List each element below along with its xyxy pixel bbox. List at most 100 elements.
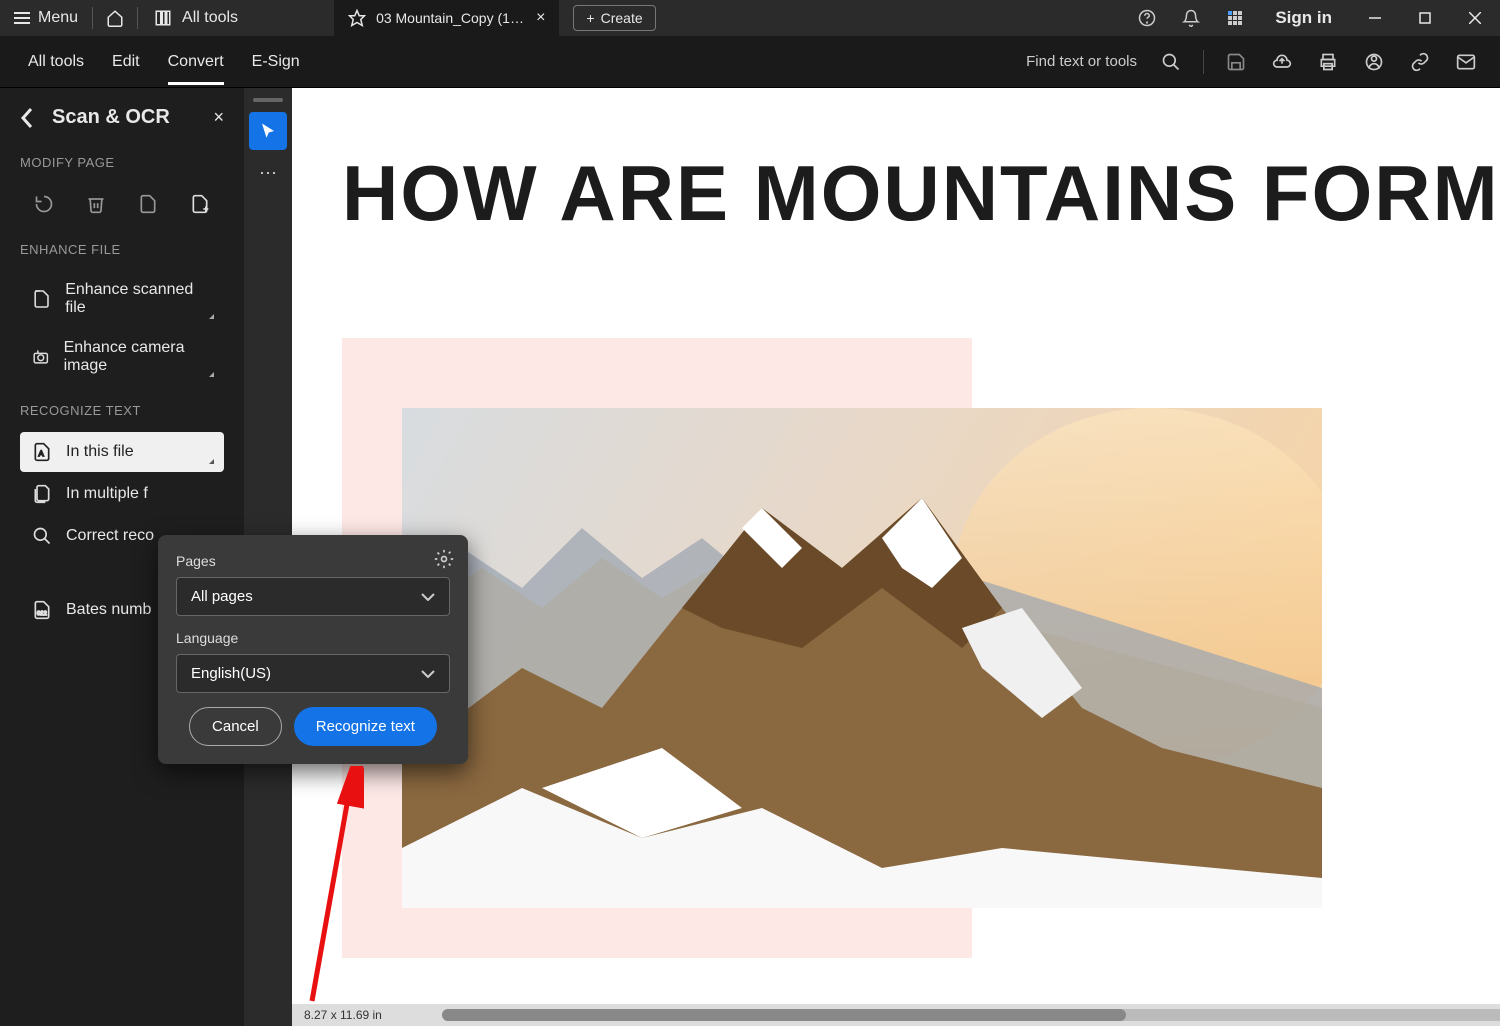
menu-label: Menu bbox=[38, 9, 78, 27]
chevron-down-icon bbox=[421, 670, 435, 678]
maximize-icon bbox=[1419, 12, 1431, 24]
find-placeholder[interactable]: Find text or tools bbox=[1026, 53, 1137, 70]
language-select[interactable]: English(US) bbox=[176, 654, 450, 693]
settings-button[interactable] bbox=[434, 549, 454, 569]
notifications-button[interactable] bbox=[1169, 0, 1213, 36]
enhance-camera-label: Enhance camera image bbox=[64, 339, 212, 375]
apps-button[interactable] bbox=[1213, 0, 1257, 36]
print-icon bbox=[1318, 52, 1338, 72]
bates-label: Bates numb bbox=[66, 601, 151, 619]
save-button[interactable] bbox=[1216, 42, 1256, 82]
link-button[interactable] bbox=[1400, 42, 1440, 82]
dropdown-indicator-icon bbox=[209, 459, 214, 464]
create-button[interactable]: + Create bbox=[573, 5, 655, 31]
maximize-button[interactable] bbox=[1400, 0, 1450, 36]
page-dimensions: 8.27 x 11.69 in bbox=[304, 1008, 382, 1022]
trash-icon bbox=[86, 194, 106, 214]
main-toolbar: All tools Edit Convert E-Sign Find text … bbox=[0, 36, 1500, 88]
chevron-left-icon bbox=[20, 107, 34, 129]
pages-value: All pages bbox=[191, 588, 253, 605]
tab-close-button[interactable]: × bbox=[536, 9, 545, 27]
section-recognize-text: RECOGNIZE TEXT bbox=[20, 403, 224, 418]
horizontal-scrollbar[interactable] bbox=[442, 1009, 1500, 1021]
search-icon bbox=[1161, 52, 1181, 72]
bell-icon bbox=[1182, 9, 1200, 27]
cloud-button[interactable] bbox=[1262, 42, 1302, 82]
chevron-down-icon bbox=[421, 593, 435, 601]
status-bar: 8.27 x 11.69 in bbox=[292, 1004, 1500, 1026]
search-button[interactable] bbox=[1151, 42, 1191, 82]
document-heading: HOW ARE MOUNTAINS FORME bbox=[342, 148, 1500, 239]
tools-icon bbox=[154, 9, 172, 27]
tab-title: 03 Mountain_Copy (1).p... bbox=[376, 10, 526, 26]
menu-button[interactable]: Menu bbox=[0, 0, 92, 36]
rotate-button[interactable] bbox=[30, 190, 58, 218]
enhance-camera-button[interactable]: Enhance camera image bbox=[20, 329, 224, 385]
scrollbar-thumb[interactable] bbox=[442, 1009, 1126, 1021]
mail-button[interactable] bbox=[1446, 42, 1486, 82]
cancel-button[interactable]: Cancel bbox=[189, 707, 282, 746]
close-button[interactable] bbox=[1450, 0, 1500, 36]
enhance-scanned-button[interactable]: Enhance scanned file bbox=[20, 271, 224, 327]
apps-icon bbox=[1227, 10, 1243, 26]
pages-label: Pages bbox=[176, 553, 450, 569]
tab-esign[interactable]: E-Sign bbox=[238, 39, 314, 85]
mountain-image bbox=[402, 408, 1322, 908]
help-icon bbox=[1138, 9, 1156, 27]
mail-icon bbox=[1456, 52, 1476, 72]
section-modify-page: MODIFY PAGE bbox=[20, 155, 224, 170]
toolbar-handle[interactable] bbox=[253, 98, 283, 102]
minimize-icon bbox=[1369, 12, 1381, 24]
gear-icon bbox=[434, 549, 454, 569]
extract-button[interactable] bbox=[134, 190, 162, 218]
print-button[interactable] bbox=[1308, 42, 1348, 82]
sidebar-close-button[interactable]: × bbox=[213, 107, 224, 128]
recognize-text-popup: Pages All pages Language English(US) Can… bbox=[158, 535, 468, 764]
in-multiple-files-button[interactable]: In multiple f bbox=[20, 474, 224, 514]
dropdown-indicator-icon bbox=[209, 372, 214, 377]
delete-button[interactable] bbox=[82, 190, 110, 218]
minimize-button[interactable] bbox=[1350, 0, 1400, 36]
number-icon: 012 bbox=[32, 600, 52, 620]
page-plus-icon bbox=[190, 194, 210, 214]
in-multiple-label: In multiple f bbox=[66, 485, 148, 503]
document-page[interactable]: HOW ARE MOUNTAINS FORME bbox=[292, 88, 1500, 1026]
tab-edit[interactable]: Edit bbox=[98, 39, 154, 85]
pages-select[interactable]: All pages bbox=[176, 577, 450, 616]
create-label: Create bbox=[601, 10, 643, 26]
insert-button[interactable] bbox=[186, 190, 214, 218]
alltools-button[interactable]: All tools bbox=[138, 0, 254, 36]
correct-reco-label: Correct reco bbox=[66, 527, 154, 545]
camera-icon bbox=[32, 347, 50, 367]
tab-convert[interactable]: Convert bbox=[154, 39, 238, 85]
home-button[interactable] bbox=[93, 0, 137, 36]
select-tool-button[interactable] bbox=[249, 112, 287, 150]
language-value: English(US) bbox=[191, 665, 271, 682]
tab-alltools[interactable]: All tools bbox=[14, 39, 98, 85]
plus-icon: + bbox=[586, 10, 594, 26]
file-text-icon: A bbox=[32, 442, 52, 462]
section-enhance-file: ENHANCE FILE bbox=[20, 242, 224, 257]
back-button[interactable] bbox=[20, 107, 34, 129]
send-button[interactable] bbox=[1354, 42, 1394, 82]
document-tab[interactable]: 03 Mountain_Copy (1).p... × bbox=[334, 0, 559, 36]
send-icon bbox=[1364, 52, 1384, 72]
svg-text:A: A bbox=[39, 449, 44, 458]
signin-button[interactable]: Sign in bbox=[1257, 8, 1350, 28]
svg-text:012: 012 bbox=[37, 611, 47, 617]
search-icon bbox=[32, 526, 52, 546]
page-icon bbox=[138, 194, 158, 214]
dropdown-indicator-icon bbox=[209, 314, 214, 319]
recognize-text-button[interactable]: Recognize text bbox=[294, 707, 437, 746]
separator bbox=[1203, 50, 1204, 74]
in-this-file-button[interactable]: A In this file bbox=[20, 432, 224, 472]
more-tools-button[interactable]: ⋯ bbox=[249, 154, 287, 192]
help-button[interactable] bbox=[1125, 0, 1169, 36]
rotate-icon bbox=[34, 194, 54, 214]
enhance-scanned-label: Enhance scanned file bbox=[65, 281, 212, 317]
close-icon bbox=[1469, 12, 1481, 24]
in-this-file-label: In this file bbox=[66, 443, 134, 461]
save-icon bbox=[1226, 52, 1246, 72]
alltools-label: All tools bbox=[182, 9, 238, 27]
titlebar: Menu All tools 03 Mountain_Copy (1).p...… bbox=[0, 0, 1500, 36]
